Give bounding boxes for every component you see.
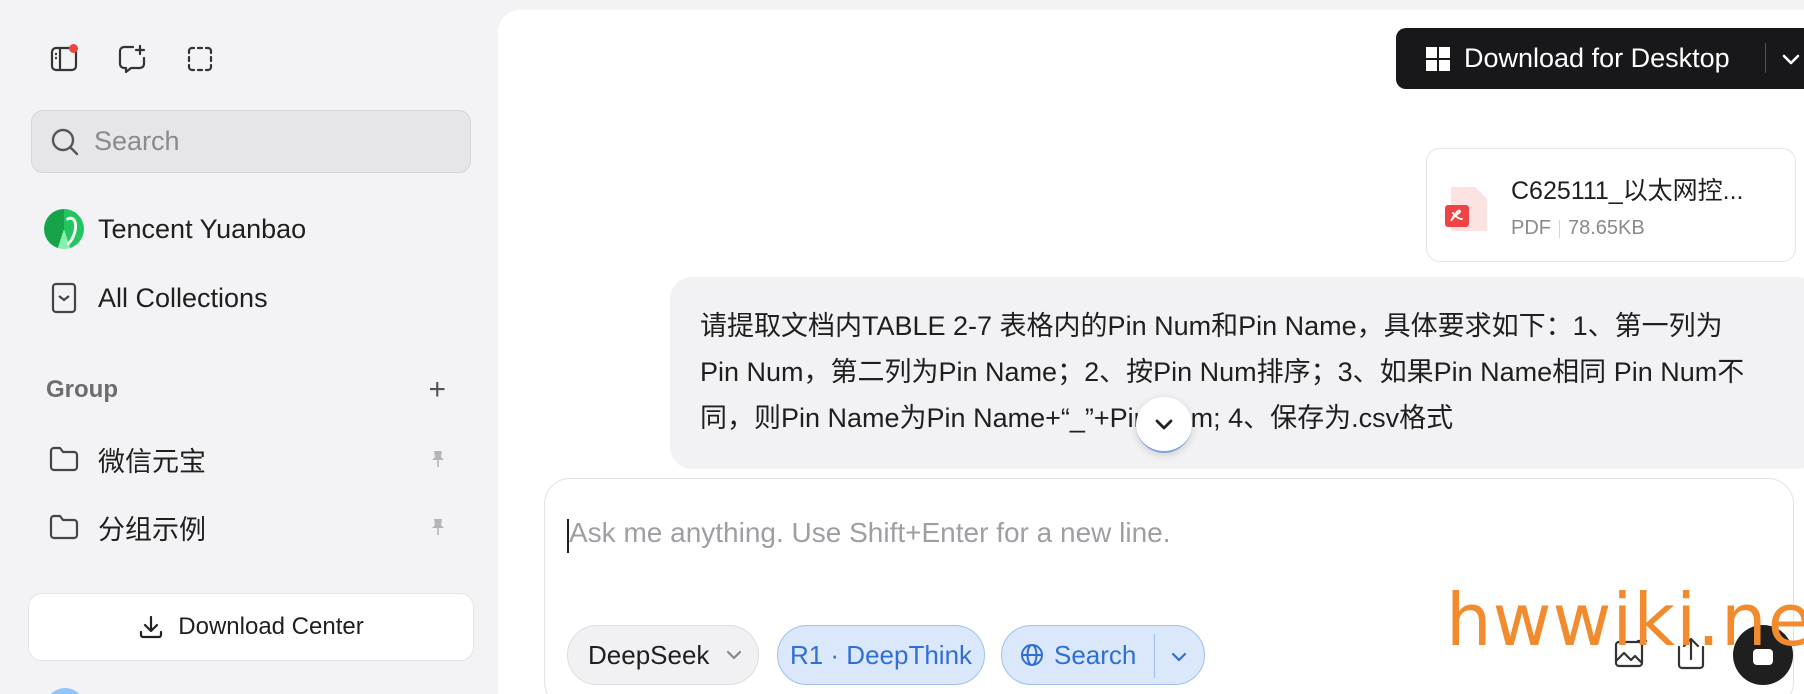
yuanbao-logo-icon	[44, 209, 84, 249]
sidebar-search[interactable]: Search	[31, 110, 471, 173]
attachment-file-size: 78.65KB	[1568, 217, 1645, 239]
add-group-button[interactable]: +	[428, 375, 446, 405]
folder-icon	[49, 514, 79, 540]
screenshot-select-icon[interactable]	[184, 43, 216, 75]
chevron-down-icon[interactable]	[1778, 46, 1804, 72]
model-selector[interactable]: DeepSeek	[567, 625, 759, 685]
nav-collections-label: All Collections	[98, 282, 268, 313]
button-divider	[1765, 43, 1766, 73]
nav-yuanbao-label: Tencent Yuanbao	[98, 213, 307, 244]
deepthink-label: R1 · DeepThink	[789, 639, 973, 670]
windows-icon	[1426, 46, 1450, 71]
group-item-example[interactable]: 分组示例	[48, 505, 448, 549]
group-header: Group +	[46, 375, 446, 405]
chevron-down-icon[interactable]	[1168, 646, 1190, 668]
send-icon	[1753, 649, 1773, 665]
scroll-to-bottom-button[interactable]	[1136, 397, 1192, 453]
deepthink-toggle[interactable]: R1 · DeepThink	[777, 625, 985, 685]
new-chat-icon[interactable]	[116, 43, 148, 75]
composer-input[interactable]: Ask me anything. Use Shift+Enter for a n…	[569, 517, 1171, 549]
user-message-text: 请提取文档内TABLE 2-7 表格内的Pin Num和Pin Name，具体要…	[700, 311, 1745, 433]
attachment-file-name: C625111_以太网控...	[1511, 177, 1744, 205]
nav-tencent-yuanbao[interactable]: Tencent Yuanbao	[44, 207, 306, 251]
download-icon	[140, 615, 163, 639]
send-button[interactable]	[1733, 625, 1793, 685]
folder-icon	[49, 446, 79, 472]
message-composer[interactable]: Ask me anything. Use Shift+Enter for a n…	[544, 478, 1794, 694]
upload-file-icon[interactable]	[1669, 631, 1713, 675]
download-center-label: Download Center	[178, 613, 364, 640]
pin-icon[interactable]	[428, 449, 448, 469]
chevron-down-icon	[1155, 419, 1173, 430]
nav-all-collections[interactable]: All Collections	[44, 276, 268, 320]
attachment-file-type: PDF	[1511, 217, 1551, 239]
download-for-desktop-label: Download for Desktop	[1464, 43, 1730, 73]
bookmark-icon	[51, 282, 77, 314]
pin-icon[interactable]	[428, 517, 448, 537]
attachment-card[interactable]: C625111_以太网控... PDF 78.65KB	[1426, 148, 1796, 262]
download-for-desktop-button[interactable]: Download for Desktop	[1396, 28, 1804, 89]
chat-main: Download for Desktop C625111_以太网控... PDF…	[498, 10, 1804, 694]
meta-divider	[1559, 219, 1560, 238]
sidebar-toolbar	[48, 43, 216, 75]
group-item-weixin-yuanbao[interactable]: 微信元宝	[48, 437, 448, 481]
globe-icon	[1021, 644, 1043, 666]
group-item-label: 分组示例	[98, 514, 206, 545]
group-item-label: 微信元宝	[98, 446, 206, 477]
sidebar-toggle-icon[interactable]	[48, 43, 80, 75]
attachment-meta: PDF 78.65KB	[1511, 217, 1645, 240]
add-image-icon[interactable]	[1609, 631, 1653, 675]
pdf-file-icon	[1445, 187, 1487, 231]
search-icon	[51, 128, 79, 155]
group-title: Group	[46, 376, 118, 403]
chip-divider	[1154, 634, 1155, 678]
chevron-down-icon	[727, 650, 742, 660]
avatar[interactable]	[45, 688, 85, 694]
model-label: DeepSeek	[588, 639, 710, 670]
sidebar: Search Tencent Yuanbao All Collections G…	[0, 0, 498, 694]
search-placeholder: Search	[94, 126, 180, 156]
notification-dot	[69, 44, 78, 53]
download-center-button[interactable]: Download Center	[28, 593, 474, 661]
search-toggle-label: Search	[1054, 639, 1137, 670]
web-search-toggle[interactable]: Search	[1001, 625, 1205, 685]
user-message-bubble: 请提取文档内TABLE 2-7 表格内的Pin Num和Pin Name，具体要…	[670, 277, 1804, 469]
